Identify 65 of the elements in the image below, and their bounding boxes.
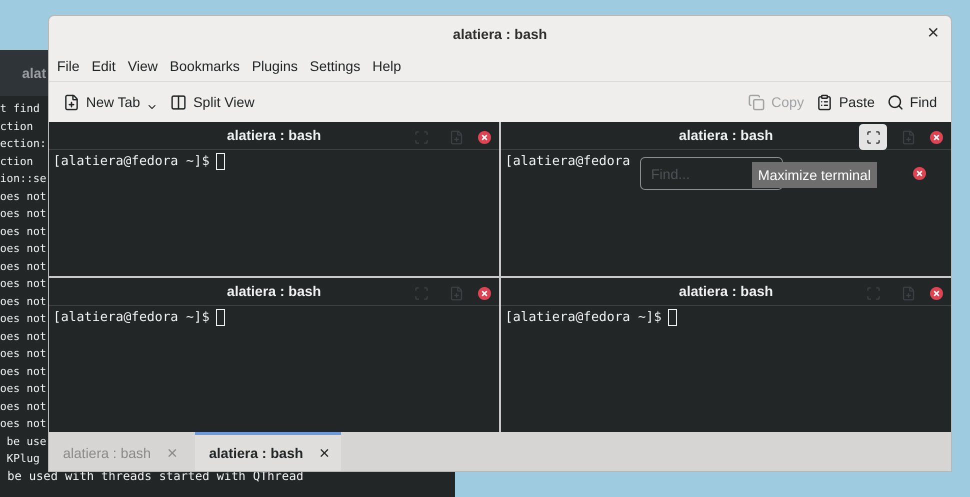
- terminal-line: ction: [0, 118, 34, 134]
- window-title: alatiera : bash: [452, 24, 548, 44]
- split-icon: [901, 286, 916, 300]
- split-icon: [901, 130, 916, 144]
- toolbar-button[interactable]: Split View: [164, 87, 260, 117]
- terminal-line: t find: [0, 101, 40, 117]
- tooltip: Maximize terminal: [752, 162, 877, 188]
- toolbar-button[interactable]: Find: [880, 87, 943, 117]
- split-icon: [449, 130, 464, 144]
- menu-item[interactable]: Plugins: [246, 56, 304, 77]
- terminal-line: ction: [0, 154, 34, 170]
- terminal-prompt: [alatiera@fedora ~]$: [53, 309, 210, 327]
- maximize-icon: [866, 286, 880, 300]
- terminal-line: oes not: [0, 398, 46, 414]
- terminal-line: oes not: [0, 258, 46, 274]
- window-title: alat: [22, 64, 46, 82]
- terminal-line: oes not: [0, 328, 46, 344]
- menu-item[interactable]: File: [51, 56, 86, 77]
- terminal-line: ection:: [0, 136, 46, 152]
- tab-close-icon[interactable]: ×: [319, 440, 330, 466]
- terminal-line: oes not: [0, 294, 46, 310]
- terminal-line: oes not: [0, 416, 46, 432]
- terminal-line: oes not: [0, 206, 46, 222]
- maximize-button[interactable]: [859, 124, 887, 150]
- pane-title: alatiera : bash: [226, 126, 322, 145]
- pane-title: alatiera : bash: [678, 282, 774, 301]
- menu-item[interactable]: Edit: [86, 56, 122, 77]
- terminal-line: oes not: [0, 364, 46, 380]
- terminal-line: oes not: [0, 241, 46, 257]
- close-button[interactable]: ×: [927, 22, 939, 44]
- split-icon: [449, 286, 464, 300]
- split-view-icon: [170, 94, 188, 110]
- maximize-icon: [866, 130, 880, 144]
- new-tab-icon: [63, 94, 80, 110]
- terminal-line: oes not: [0, 276, 46, 292]
- terminal-line: oes not: [0, 346, 46, 362]
- close-icon[interactable]: [930, 130, 943, 144]
- pane-title: alatiera : bash: [226, 282, 322, 301]
- menu-item[interactable]: View: [122, 56, 164, 77]
- maximize-icon: [414, 130, 428, 144]
- close-icon[interactable]: [478, 286, 491, 300]
- close-icon[interactable]: [478, 130, 491, 144]
- menu-item[interactable]: Bookmarks: [164, 56, 246, 77]
- terminal-line: be use: [6, 434, 46, 450]
- terminal-line: oes not: [0, 188, 46, 204]
- search-icon: [886, 94, 904, 110]
- menu-item[interactable]: Help: [366, 56, 408, 77]
- menu-item[interactable]: Settings: [304, 56, 366, 77]
- close-icon[interactable]: [913, 167, 926, 180]
- tab[interactable]: alatiera : bash ×: [195, 432, 341, 471]
- terminal-line: oes not: [0, 224, 46, 240]
- terminal-prompt: [alatiera@fedora ~]$: [53, 153, 210, 171]
- clipboard-icon: [816, 94, 833, 110]
- terminal-prompt: [alatiera@fedora: [505, 153, 630, 171]
- toolbar-button[interactable]: Paste: [810, 87, 881, 117]
- maximize-icon: [414, 286, 428, 300]
- pane-title: alatiera : bash: [678, 126, 774, 145]
- terminal-line: KPlug: [6, 451, 40, 467]
- toolbar-button[interactable]: New Tab: [57, 87, 164, 117]
- terminal-line: oes not: [0, 381, 46, 397]
- terminal-line: oes not: [0, 311, 46, 327]
- terminal-prompt: [alatiera@fedora ~]$: [505, 309, 662, 327]
- copy-icon: [748, 94, 766, 110]
- close-icon[interactable]: [930, 286, 943, 300]
- terminal-line: ion::se: [0, 171, 46, 187]
